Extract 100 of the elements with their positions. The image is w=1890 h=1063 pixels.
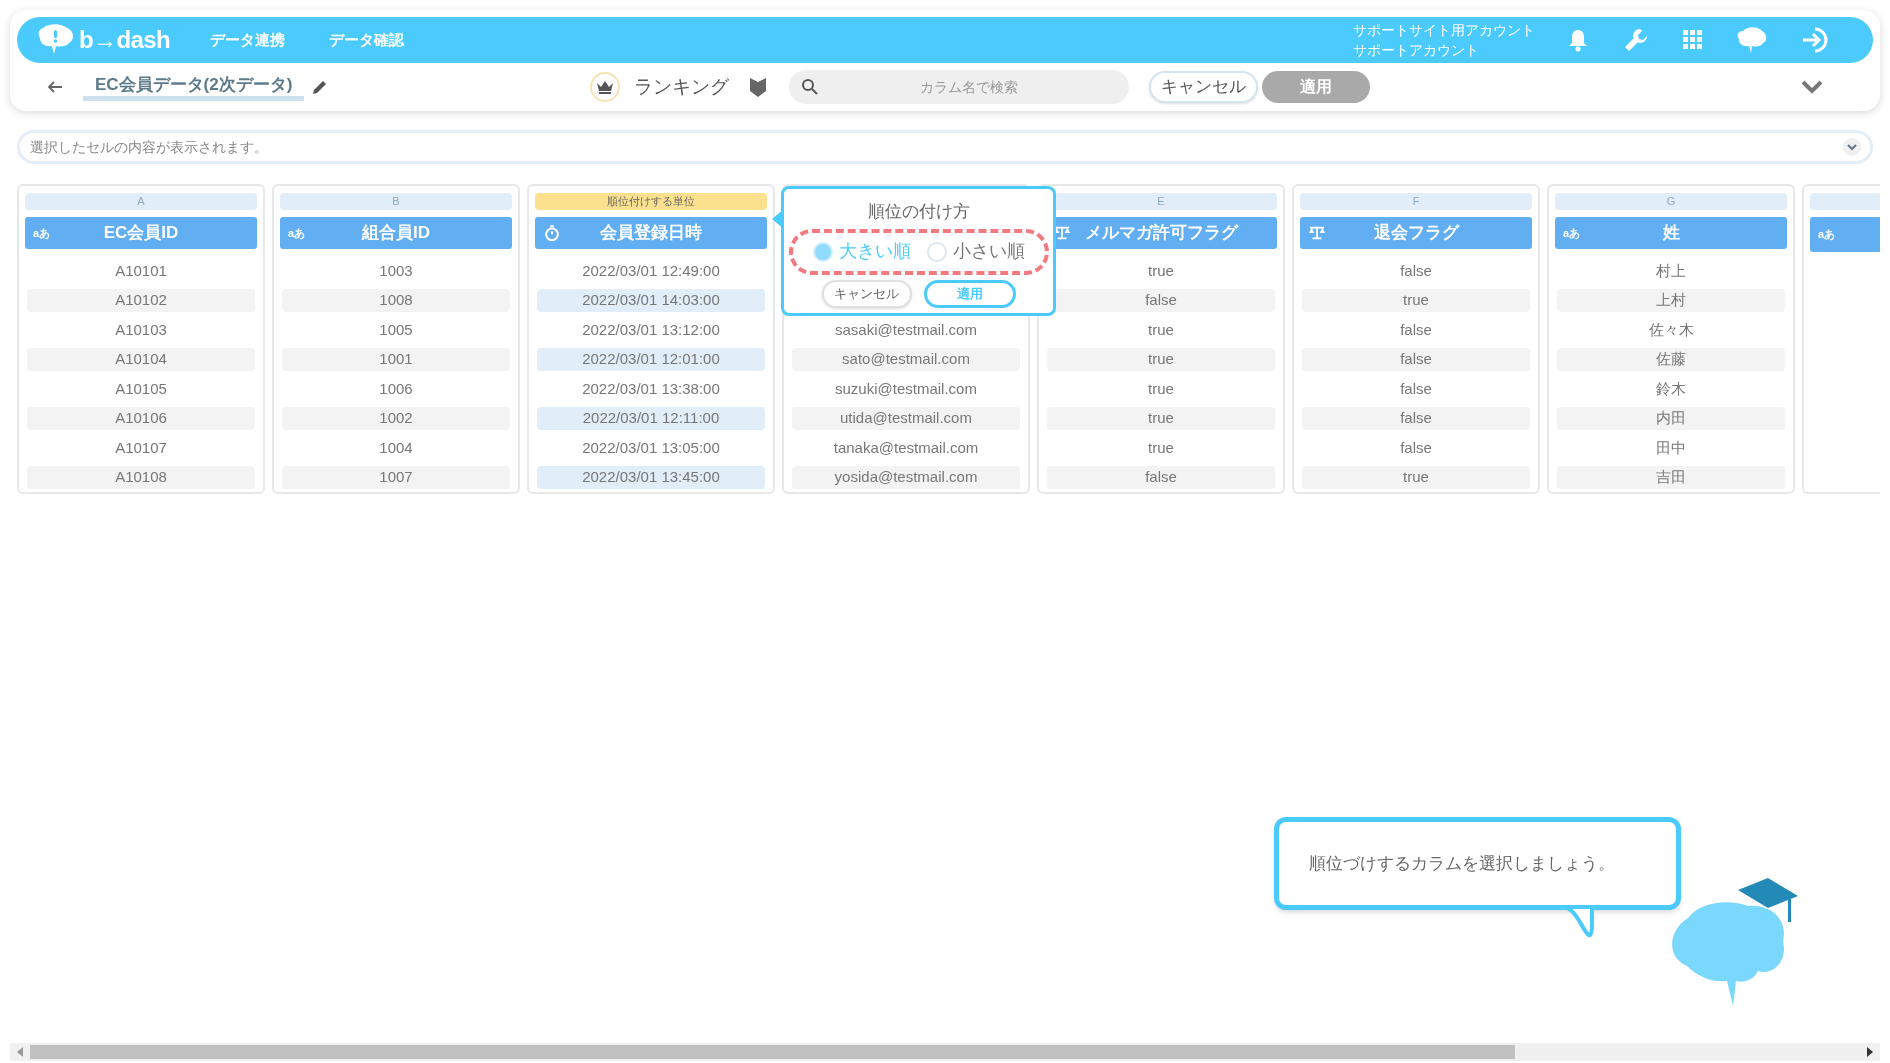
table-cell[interactable]: A10105 — [27, 377, 255, 401]
table-cell[interactable]: true — [1047, 406, 1275, 430]
table-cell[interactable]: 2022/03/01 12:11:00 — [537, 406, 765, 430]
scroll-left-icon[interactable] — [16, 1047, 24, 1057]
table-cell[interactable]: yosida@testmail.com — [792, 465, 1020, 489]
logo-text: b→dash — [79, 25, 171, 55]
cloud-icon[interactable] — [1737, 26, 1767, 54]
table-cell[interactable]: A10107 — [27, 436, 255, 460]
table-cell[interactable]: 2022/03/01 13:12:00 — [537, 318, 765, 342]
grid-icon[interactable] — [1683, 30, 1703, 50]
table-cell[interactable]: true — [1047, 377, 1275, 401]
table-cell[interactable]: true — [1047, 436, 1275, 460]
table-cell[interactable]: A10108 — [27, 465, 255, 489]
table-cell[interactable]: utida@testmail.com — [792, 406, 1020, 430]
column-title: 姓 — [1661, 222, 1681, 244]
column-card[interactable]: E メルマガ許可フラグ true false true true true true true false — [1037, 184, 1285, 494]
table-cell[interactable]: 2022/03/01 13:45:00 — [537, 465, 765, 489]
table-cell[interactable]: false — [1302, 436, 1530, 460]
table-cell[interactable]: 1004 — [282, 436, 510, 460]
horizontal-scrollbar[interactable] — [10, 1043, 1880, 1061]
column-card[interactable]: G aあ 姓 村上 上村 佐々木 佐藤 鈴木 内田 田中 吉田 — [1547, 184, 1795, 494]
column-header[interactable]: 退会フラグ — [1300, 216, 1532, 249]
dataset-title[interactable]: EC会員データ(2次データ) — [83, 73, 305, 101]
column-card[interactable]: F 退会フラグ false true false false false false false true — [1292, 184, 1540, 494]
text-type-icon: aあ — [33, 224, 51, 241]
wrench-icon[interactable] — [1623, 27, 1649, 53]
table-cell[interactable]: A10101 — [27, 259, 255, 283]
table-cell[interactable]: 田中 — [1557, 436, 1785, 460]
table-cell[interactable]: 佐藤 — [1557, 347, 1785, 371]
table-cell[interactable]: 上村 — [1557, 288, 1785, 312]
column-header[interactable]: aあ 姓 — [1555, 216, 1787, 249]
table-cell[interactable]: A10106 — [27, 406, 255, 430]
account-name: サポートサイト用アカウント — [1353, 21, 1535, 40]
table-cell[interactable]: false — [1302, 318, 1530, 342]
popup-cancel-button[interactable]: キャンセル — [821, 279, 912, 308]
search-field[interactable]: カラム名で検索 — [789, 70, 1130, 104]
table-cell[interactable]: 内田 — [1557, 406, 1785, 430]
column-header[interactable]: aあ EC会員ID — [25, 216, 257, 249]
table-cell[interactable]: tanaka@testmail.com — [792, 436, 1020, 460]
table-cell[interactable]: true — [1047, 318, 1275, 342]
table-cell[interactable]: 2022/03/01 12:49:00 — [537, 259, 765, 283]
table-cell[interactable]: 2022/03/01 14:03:00 — [537, 288, 765, 312]
table-cell[interactable]: true — [1302, 288, 1530, 312]
table-cell[interactable]: 2022/03/01 13:05:00 — [537, 436, 765, 460]
table-cell[interactable]: 鈴木 — [1557, 377, 1785, 401]
chevron-down-icon[interactable] — [1801, 80, 1823, 94]
popup-title: 順位の付け方 — [867, 201, 970, 223]
column-header[interactable]: aあ 組合員ID — [280, 216, 512, 249]
table-cell[interactable]: 1008 — [282, 288, 510, 312]
column-header[interactable]: 会員登録日時 — [535, 216, 767, 249]
table-cell[interactable]: 1005 — [282, 318, 510, 342]
table-cell[interactable]: A10104 — [27, 347, 255, 371]
table-cell[interactable]: sasaki@testmail.com — [792, 318, 1020, 342]
table-cell[interactable]: 1002 — [282, 406, 510, 430]
table-cell[interactable]: A10103 — [27, 318, 255, 342]
column-title: メルマガ許可フラグ — [1083, 222, 1240, 244]
table-cell[interactable]: sato@testmail.com — [792, 347, 1020, 371]
crown-icon — [590, 72, 621, 102]
cell-content-field[interactable]: 選択したセルの内容が表示されます。 — [17, 130, 1873, 164]
table-cell[interactable]: 佐々木 — [1557, 318, 1785, 342]
column-card[interactable]: 順位付けする単位 会員登録日時 2022/03/01 12:49:00 2022/03/01 14:03:00 2022/03/01 13:12:00 2022/03/01 12:01:00 2022/03/01 13:38:00 2022/03/01 12:11:00 2022/03/01 13:05:00 2022/03/01 13:45:00 — [527, 184, 775, 494]
table-cell[interactable]: 1003 — [282, 259, 510, 283]
table-cell[interactable]: 2022/03/01 13:38:00 — [537, 377, 765, 401]
beginner-mark-icon[interactable] — [749, 76, 768, 98]
radio-option[interactable]: 小さい順 — [926, 238, 1025, 265]
cancel-button[interactable]: キャンセル — [1149, 71, 1259, 103]
table-cell[interactable]: 2022/03/01 12:01:00 — [537, 347, 765, 371]
stopwatch-icon — [543, 223, 561, 242]
table-cell[interactable]: 1001 — [282, 347, 510, 371]
text-type-icon: aあ — [1563, 224, 1581, 241]
column-card[interactable]: B aあ 組合員ID 1003 1008 1005 1001 1006 1002 1004 1007 — [272, 184, 520, 494]
table-cell[interactable]: false — [1302, 377, 1530, 401]
table-cell[interactable]: false — [1302, 406, 1530, 430]
ranking-unit-label: 順位付けする単位 — [535, 193, 767, 210]
table-cell[interactable]: false — [1302, 347, 1530, 371]
column-header[interactable]: aあ — [1810, 217, 1880, 252]
table-cell[interactable]: false — [1302, 259, 1530, 283]
table-cell[interactable]: 1006 — [282, 377, 510, 401]
bell-icon[interactable] — [1567, 28, 1589, 52]
pencil-icon[interactable] — [312, 79, 329, 95]
table-cell[interactable]: false — [1047, 465, 1275, 489]
table-cell[interactable]: A10102 — [27, 288, 255, 312]
column-card[interactable]: A aあ EC会員ID A10101 A10102 A10103 A10104 A10105 A10106 A10107 A10108 — [17, 184, 265, 494]
column-letter: F — [1300, 193, 1532, 210]
text-type-icon: aあ — [1818, 226, 1836, 243]
table-cell[interactable]: suzuki@testmail.com — [792, 377, 1020, 401]
column-card[interactable]: aあ — [1802, 184, 1880, 494]
back-arrow-icon[interactable] — [47, 80, 63, 94]
column-letter: G — [1555, 193, 1787, 210]
table-cell[interactable]: true — [1302, 465, 1530, 489]
table-cell[interactable]: 村上 — [1557, 259, 1785, 283]
scroll-thumb[interactable] — [30, 1045, 1515, 1059]
column-title: 会員登録日時 — [599, 222, 703, 244]
chevron-down-icon[interactable] — [1843, 138, 1861, 156]
table-cell[interactable]: 1007 — [282, 465, 510, 489]
column-letter: A — [25, 193, 257, 210]
column-title: EC会員ID — [102, 222, 180, 244]
scroll-right-icon[interactable] — [1866, 1047, 1874, 1057]
table-cell[interactable]: 吉田 — [1557, 465, 1785, 489]
table-cell[interactable]: true — [1047, 347, 1275, 371]
